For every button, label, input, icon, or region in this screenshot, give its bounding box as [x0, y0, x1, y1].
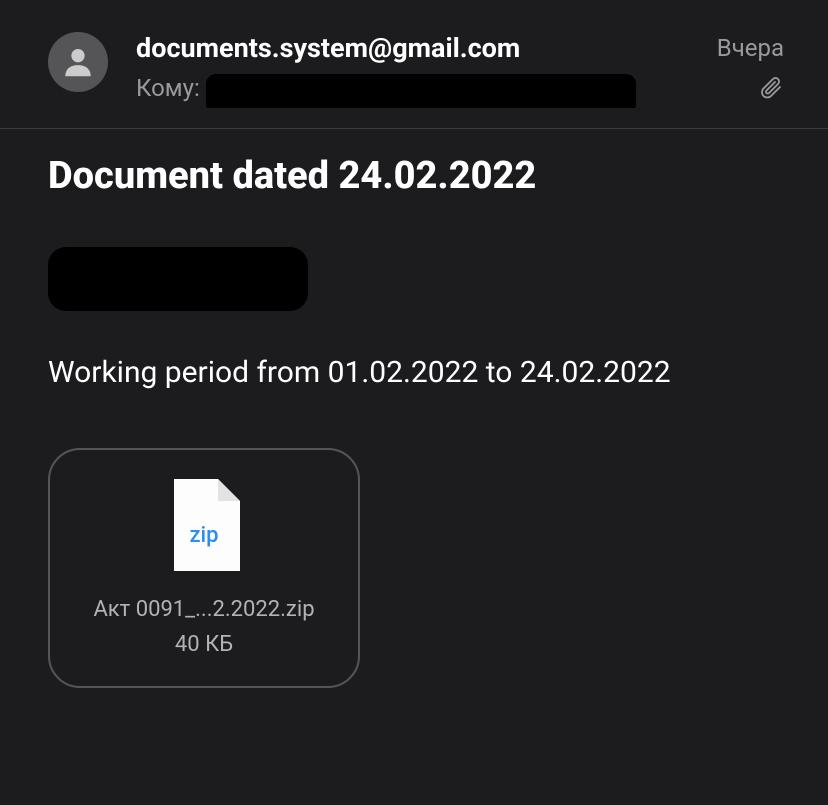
email-body: Document dated 24.02.2022 Working period…	[0, 129, 828, 708]
sender-info: documents.system@gmail.com Кому:	[108, 32, 698, 108]
file-size: 40 КБ	[175, 632, 233, 657]
date-label: Вчера	[717, 34, 784, 62]
to-label: Кому:	[136, 74, 200, 102]
redacted-recipient	[206, 74, 636, 108]
paperclip-icon	[760, 76, 784, 102]
recipient-row: Кому:	[136, 68, 698, 108]
email-header: documents.system@gmail.com Кому: Вчера	[0, 0, 828, 129]
sender-email[interactable]: documents.system@gmail.com	[136, 32, 698, 64]
sender-avatar[interactable]	[48, 32, 108, 92]
redacted-block	[48, 247, 308, 311]
header-meta: Вчера	[698, 32, 808, 102]
body-text: Working period from 01.02.2022 to 24.02.…	[48, 353, 780, 392]
attachment-card[interactable]: zip Акт 0091_...2.2022.zip 40 КБ	[48, 448, 360, 688]
person-icon	[59, 43, 97, 81]
file-icon: zip	[168, 479, 240, 571]
email-subject: Document dated 24.02.2022	[48, 153, 780, 201]
file-ext-label: zip	[168, 523, 240, 548]
file-name: Акт 0091_...2.2022.zip	[93, 595, 314, 626]
